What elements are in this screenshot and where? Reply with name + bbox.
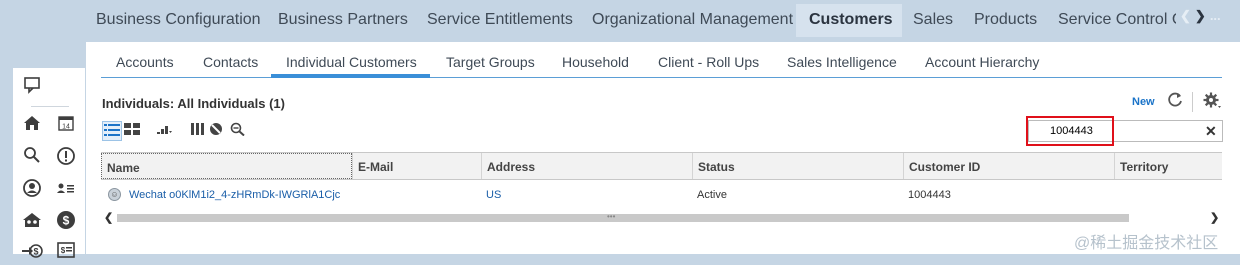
left-icon-bar: 14 $ $ $: [13, 68, 85, 258]
home-icon[interactable]: [21, 114, 43, 136]
sort-icon[interactable]: [154, 121, 174, 141]
horizontal-scrollbar[interactable]: ❮ ••• ❯: [101, 212, 1222, 224]
nav-next-icon[interactable]: ❯: [1195, 8, 1206, 24]
new-button[interactable]: New: [1132, 96, 1155, 108]
scrollbar-grip-icon: •••: [607, 212, 616, 221]
cell-customer-id: 1004443: [908, 189, 951, 201]
svg-text:14: 14: [62, 124, 70, 131]
columns-icon[interactable]: [188, 121, 208, 141]
active-tab-indicator: [271, 74, 430, 78]
tabs-underline: [101, 77, 1222, 78]
avatar-icon: ☺: [108, 188, 121, 201]
table-header: Name E-Mail Address Status Customer ID T…: [101, 152, 1222, 180]
dollar-circle-icon[interactable]: $: [55, 210, 77, 232]
watermark: @稀土掘金技术社区: [1074, 235, 1219, 252]
column-header-status[interactable]: Status: [692, 153, 903, 179]
scroll-left-icon[interactable]: ❮: [104, 211, 113, 224]
svg-text:$: $: [33, 247, 38, 257]
sub-tabs: Accounts Contacts Individual Customers T…: [86, 42, 1240, 78]
leftbar-divider: [31, 106, 69, 107]
list-title: Individuals: All Individuals (1): [102, 96, 285, 111]
scrollbar-thumb[interactable]: [117, 214, 1129, 222]
tab-client-roll-ups[interactable]: Client - Roll Ups: [658, 54, 759, 70]
cell-status: Active: [697, 189, 727, 201]
calendar-icon[interactable]: 14: [55, 114, 77, 136]
column-header-name[interactable]: Name: [101, 153, 352, 179]
tab-individual-customers[interactable]: Individual Customers: [286, 54, 417, 70]
user-circle-icon[interactable]: [21, 178, 43, 200]
zoom-search-icon[interactable]: [228, 121, 248, 141]
nav-service-entitlements[interactable]: Service Entitlements: [427, 11, 573, 29]
list-view-icon[interactable]: [102, 121, 122, 141]
table-row[interactable]: ☺ Wechat o0KlM1i2_4-zHRmDk-IWGRlA1Cjc US…: [101, 183, 1222, 209]
scroll-right-icon[interactable]: ❯: [1210, 211, 1219, 224]
user-list-icon[interactable]: [55, 178, 77, 200]
household-icon[interactable]: [21, 210, 43, 232]
invoice-icon[interactable]: $: [55, 240, 77, 262]
nav-customers[interactable]: Customers: [809, 11, 893, 29]
grid-view-icon[interactable]: [122, 121, 142, 141]
nav-scroll-controls: ❮ ❯...: [1176, 8, 1240, 34]
payment-arrow-icon[interactable]: $: [21, 240, 43, 262]
top-navigation: Business Configuration Business Partners…: [0, 0, 1240, 41]
column-header-address[interactable]: Address: [481, 153, 692, 179]
nav-prev-icon[interactable]: ❮: [1180, 8, 1191, 24]
search-icon[interactable]: [21, 146, 43, 168]
tab-accounts[interactable]: Accounts: [116, 54, 174, 70]
svg-text:$: $: [63, 214, 70, 228]
nav-more-icon[interactable]: ...: [1210, 8, 1221, 23]
tab-contacts[interactable]: Contacts: [203, 54, 258, 70]
cell-address-link[interactable]: US: [486, 189, 501, 201]
nav-business-configuration[interactable]: Business Configuration: [96, 11, 261, 29]
alert-icon[interactable]: [55, 146, 77, 168]
feed-icon[interactable]: [21, 76, 43, 98]
main-panel: Accounts Contacts Individual Customers T…: [86, 42, 1240, 254]
tab-target-groups[interactable]: Target Groups: [446, 54, 535, 70]
nav-business-partners[interactable]: Business Partners: [278, 11, 408, 29]
tab-account-hierarchy[interactable]: Account Hierarchy: [925, 54, 1039, 70]
column-header-territory[interactable]: Territory: [1114, 153, 1222, 179]
column-header-customer-id[interactable]: Customer ID: [903, 153, 1114, 179]
tab-sales-intelligence[interactable]: Sales Intelligence: [787, 54, 897, 70]
gear-icon[interactable]: [1202, 91, 1222, 114]
nav-organizational-management[interactable]: Organizational Management: [592, 11, 793, 29]
toolbar-divider: [1192, 92, 1193, 112]
refresh-icon[interactable]: [1166, 91, 1184, 114]
column-header-email[interactable]: E-Mail: [352, 153, 481, 179]
tab-household[interactable]: Household: [562, 54, 629, 70]
nav-service-control[interactable]: Service Control C: [1058, 11, 1183, 29]
close-icon[interactable]: ✕: [1205, 123, 1217, 140]
nav-sales[interactable]: Sales: [913, 11, 953, 29]
search-highlight-box: [1026, 116, 1114, 146]
customer-name-link[interactable]: Wechat o0KlM1i2_4-zHRmDk-IWGRlA1Cjc: [129, 189, 340, 201]
nav-products[interactable]: Products: [974, 11, 1037, 29]
filter-clear-icon[interactable]: [206, 121, 226, 141]
